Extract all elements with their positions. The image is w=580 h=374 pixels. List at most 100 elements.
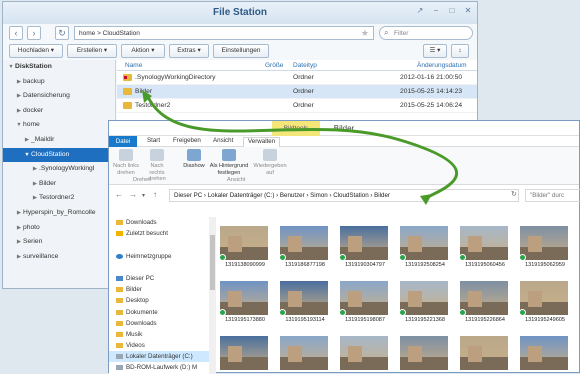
tree-item[interactable]: ▶ Bilder xyxy=(3,177,115,192)
nav-item[interactable]: Downloads xyxy=(109,217,209,228)
image-thumbnail[interactable]: 1319195060456 xyxy=(459,226,514,272)
chevron-right-icon[interactable]: ▶ xyxy=(23,133,31,148)
path-field[interactable]: home > CloudStation ★ xyxy=(74,26,374,40)
rotate-left-button[interactable]: Nach links drehen xyxy=(113,149,139,176)
chevron-right-icon[interactable]: ▶ xyxy=(15,250,23,265)
tree-item[interactable]: ▼CloudStation xyxy=(3,147,115,163)
forward-arrow-icon[interactable]: → xyxy=(129,190,137,199)
star-icon[interactable]: ★ xyxy=(361,28,369,39)
tree-item[interactable]: ▶ .SynologyWorkingI xyxy=(3,162,115,177)
image-thumbnail[interactable]: 1319186877198 xyxy=(279,226,334,272)
nav-item[interactable]: BD-ROM-Laufwerk (D:) M xyxy=(109,362,209,373)
tools-button[interactable]: Extras ▾ xyxy=(169,44,209,58)
chevron-right-icon[interactable]: ▶ xyxy=(15,235,23,250)
slideshow-button[interactable]: Diashow xyxy=(181,149,207,170)
nav-item[interactable]: Bilder xyxy=(109,284,209,295)
nav-item[interactable]: Videos xyxy=(109,340,209,351)
nav-item[interactable]: Heimnetzgruppe xyxy=(109,251,209,262)
play-to-button[interactable]: Wiedergeben auf xyxy=(253,149,287,176)
maximize-icon[interactable]: □ xyxy=(447,6,457,16)
settings-button[interactable]: Einstellungen xyxy=(213,44,269,58)
tree-item[interactable]: ▶ backup xyxy=(3,75,115,90)
nav-item[interactable]: Dokumente xyxy=(109,307,209,318)
image-thumbnail[interactable]: 1319195198087 xyxy=(339,281,394,327)
view-list-button[interactable]: ☰ ▾ xyxy=(423,44,447,58)
create-button[interactable]: Erstellen ▾ xyxy=(67,44,117,58)
chevron-right-icon[interactable]: ▶ xyxy=(31,162,39,177)
tab-home[interactable]: Start xyxy=(147,137,160,144)
image-thumbnail[interactable] xyxy=(220,336,274,374)
upload-button[interactable]: Hochladen ▾ xyxy=(9,44,63,58)
chevron-down-icon[interactable]: ▼ xyxy=(23,148,31,163)
chevron-right-icon[interactable]: ▶ xyxy=(15,89,23,104)
tree-item[interactable]: ▶ Serien xyxy=(3,235,115,250)
tree-item[interactable]: ▶ _Maildir xyxy=(3,133,115,148)
image-thumbnail[interactable] xyxy=(340,336,394,374)
nav-scrollbar[interactable] xyxy=(209,217,216,374)
file-row[interactable]: Testordner2 Ordner 2015-05-25 14:06:24 xyxy=(117,99,477,113)
history-chevron-icon[interactable]: ▾ xyxy=(142,192,145,199)
close-icon[interactable]: ✕ xyxy=(463,6,473,16)
image-thumbnail[interactable]: 1319195173880 xyxy=(220,281,274,327)
tree-item[interactable]: ▶ docker xyxy=(3,104,115,119)
chevron-right-icon[interactable]: ▶ xyxy=(15,104,23,119)
col-date[interactable]: Änderungsdatum xyxy=(417,62,467,69)
image-thumbnail[interactable]: 1319195193114 xyxy=(279,281,334,327)
image-thumbnail[interactable] xyxy=(520,336,574,374)
tree-item[interactable]: ▼home xyxy=(3,118,115,133)
nav-item[interactable]: Zuletzt besucht xyxy=(109,228,209,239)
nav-item[interactable]: Lokaler Datenträger (C:) xyxy=(109,351,209,363)
file-row[interactable]: Bilder Ordner 2015-05-25 14:14:23 xyxy=(117,85,477,99)
col-name[interactable]: Name xyxy=(125,62,142,69)
image-thumbnail[interactable]: 1319195249605 xyxy=(519,281,574,327)
tree-item[interactable]: ▶ Testordner2 xyxy=(3,191,115,206)
image-thumbnail[interactable]: 1319195062959 xyxy=(519,226,574,272)
chevron-right-icon[interactable]: ▶ xyxy=(15,75,23,90)
chevron-right-icon[interactable]: ▶ xyxy=(15,221,23,236)
tree-item[interactable]: ▶ surveillance xyxy=(3,250,115,265)
sort-button[interactable]: ↕ xyxy=(451,44,469,58)
set-background-button[interactable]: Als Hintergrund festlegen xyxy=(209,149,249,176)
image-thumbnail[interactable]: 1319195221368 xyxy=(399,281,454,327)
nav-item[interactable]: Dieser PC xyxy=(109,273,209,284)
tree-item[interactable]: ▶ Datensicherung xyxy=(3,89,115,104)
refresh-button[interactable]: ↻ xyxy=(55,26,69,40)
tab-view[interactable]: Ansicht xyxy=(213,137,233,144)
col-size[interactable]: Größe xyxy=(265,62,283,69)
back-arrow-icon[interactable]: ← xyxy=(115,190,123,199)
image-thumbnail[interactable] xyxy=(460,336,514,374)
image-thumbnail[interactable]: 1319190304797 xyxy=(339,226,394,272)
image-thumbnail[interactable] xyxy=(280,336,334,374)
action-button[interactable]: Aktion ▾ xyxy=(121,44,165,58)
tree-item[interactable]: ▼DiskStation xyxy=(3,60,115,75)
image-thumbnail[interactable] xyxy=(400,336,454,374)
image-thumbnail[interactable]: 1319192508254 xyxy=(399,226,454,272)
col-type[interactable]: Dateityp xyxy=(293,62,317,69)
tab-file[interactable]: Datei xyxy=(109,136,137,147)
minimize-icon[interactable]: − xyxy=(431,6,441,16)
nav-scrollbar-thumb[interactable] xyxy=(210,235,215,290)
tree-item[interactable]: ▶ photo xyxy=(3,221,115,236)
chevron-right-icon[interactable]: ▶ xyxy=(15,206,23,221)
image-thumbnail[interactable]: 1319138090999 xyxy=(220,226,274,272)
forward-button[interactable]: › xyxy=(27,26,41,40)
file-row[interactable]: .SynologyWorkingDirectory Ordner 2012-01-1… xyxy=(117,71,477,85)
tab-share[interactable]: Freigeben xyxy=(173,137,201,144)
breadcrumb[interactable]: Dieser PC › Lokaler Datenträger (C:) › B… xyxy=(169,189,519,202)
nav-item[interactable]: Downloads xyxy=(109,318,209,329)
nav-item[interactable]: Musik xyxy=(109,329,209,340)
image-thumbnail[interactable]: 1319195226864 xyxy=(459,281,514,327)
back-button[interactable]: ‹ xyxy=(9,26,23,40)
chevron-right-icon[interactable]: ▶ xyxy=(31,191,39,206)
nav-item[interactable]: Desktop xyxy=(109,295,209,306)
pin-icon[interactable]: ↗ xyxy=(415,6,425,16)
explorer-search-input[interactable]: "Bilder" durc xyxy=(525,189,580,202)
up-arrow-icon[interactable]: ↑ xyxy=(153,190,157,199)
tree-item[interactable]: ▶ Hyperspin_by_Romcolle xyxy=(3,206,115,221)
chevron-down-icon[interactable]: ▼ xyxy=(7,60,15,75)
filter-input[interactable]: ⌕ Filter xyxy=(379,26,473,40)
refresh-icon[interactable]: ↻ xyxy=(511,190,517,198)
tab-manage[interactable]: Verwalten xyxy=(243,137,281,147)
chevron-right-icon[interactable]: ▶ xyxy=(31,177,39,192)
chevron-down-icon[interactable]: ▼ xyxy=(15,118,23,133)
